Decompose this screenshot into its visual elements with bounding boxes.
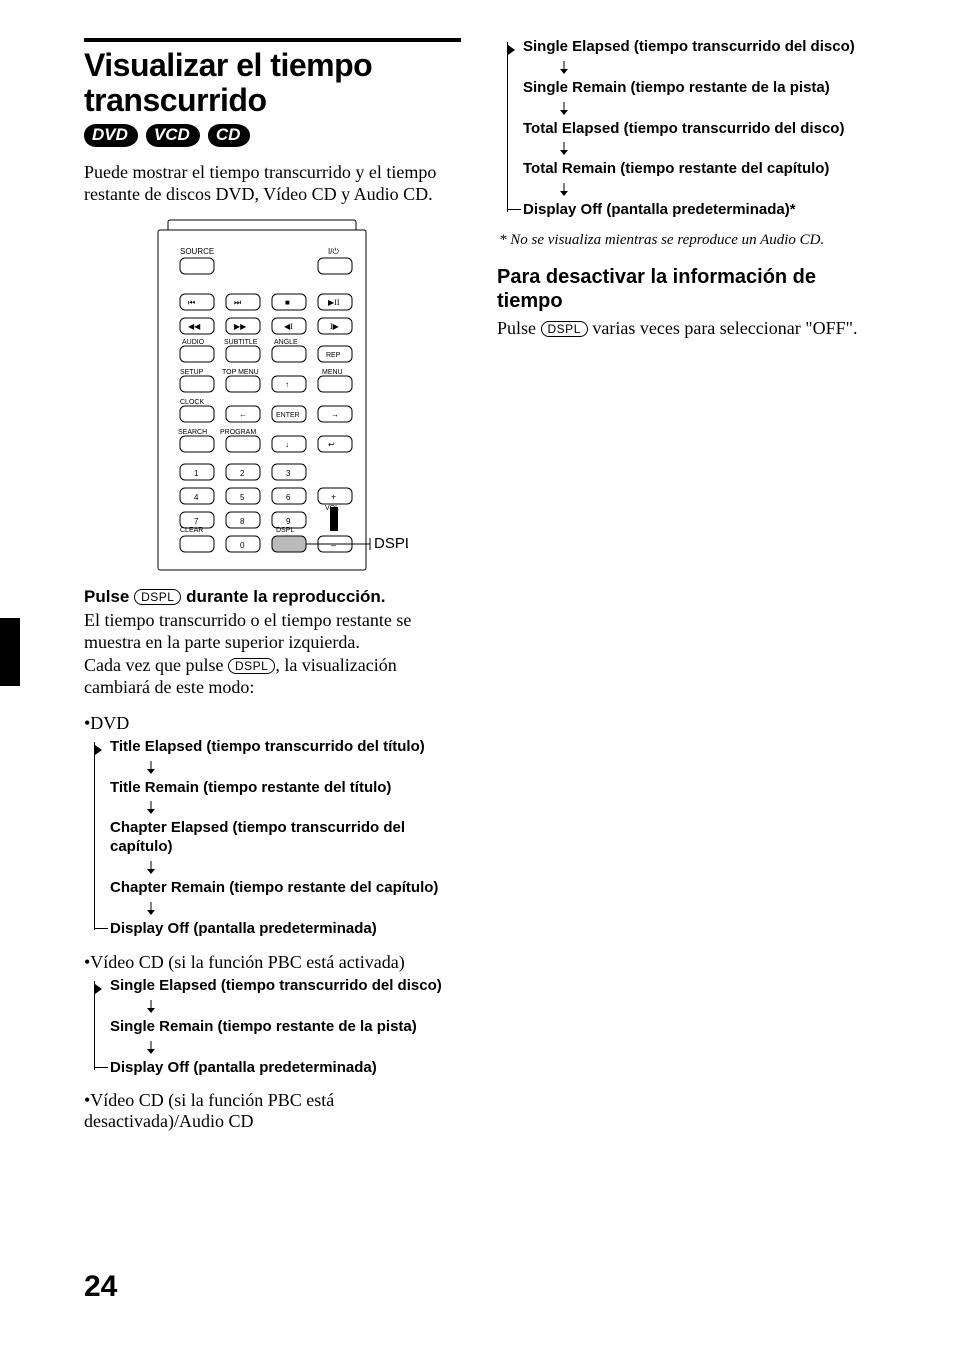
svg-text:7: 7: [194, 517, 199, 526]
svg-text:1: 1: [194, 469, 199, 478]
down-arrow-icon: [146, 761, 461, 775]
flow-item: Display Off (pantalla predeterminada)*: [523, 201, 874, 220]
label-source: SOURCE: [180, 247, 214, 256]
svg-text:▶II: ▶II: [328, 298, 340, 307]
svg-text:↩: ↩: [328, 440, 335, 449]
flow-vcd-pbc-on: Single Elapsed (tiempo transcurrido del …: [84, 977, 461, 1077]
flow-item: Single Elapsed (tiempo transcurrido del …: [110, 977, 461, 996]
svg-text:3: 3: [286, 469, 291, 478]
svg-text:⏭: ⏭: [234, 298, 241, 307]
instruction-line-3: Cada vez que pulse DSPL, la visualizació…: [84, 654, 461, 699]
svg-text:I▶: I▶: [330, 322, 340, 331]
badge-dvd: DVD: [84, 124, 138, 146]
intro-paragraph: Puede mostrar el tiempo transcurrido y e…: [84, 161, 461, 206]
flow-dvd: Title Elapsed (tiempo transcurrido del t…: [84, 738, 461, 939]
down-arrow-icon: [146, 1041, 461, 1055]
svg-text:MENU: MENU: [322, 369, 343, 376]
svg-text:2: 2: [240, 469, 245, 478]
page-number: 24: [84, 1270, 117, 1304]
down-arrow-icon: [559, 61, 874, 75]
label-power: I/⏻: [328, 247, 339, 256]
svg-text:+: +: [331, 492, 336, 502]
svg-text:◀I: ◀I: [284, 322, 293, 331]
badge-cd: CD: [208, 124, 251, 146]
flow-item: Total Remain (tiempo restante del capítu…: [523, 160, 874, 179]
svg-text:REP: REP: [326, 352, 341, 359]
dspl-button-pill-3: DSPL: [541, 321, 588, 337]
svg-text:▶▶: ▶▶: [234, 322, 247, 331]
down-arrow-icon: [559, 142, 874, 156]
page-heading: Visualizar el tiempo transcurrido: [84, 48, 461, 118]
svg-text:8: 8: [240, 517, 245, 526]
flow-item: Chapter Elapsed (tiempo transcurrido del…: [110, 819, 461, 857]
down-arrow-icon: [559, 102, 874, 116]
svg-text:SEARCH: SEARCH: [178, 429, 207, 436]
svg-text:SUBTITLE: SUBTITLE: [224, 339, 258, 346]
sub-text-a: Pulse: [497, 318, 541, 338]
down-arrow-icon: [146, 1000, 461, 1014]
flow-vcd-pbc-off: Single Elapsed (tiempo transcurrido del …: [497, 38, 874, 220]
svg-text:↑: ↑: [285, 380, 289, 389]
flow-item: Total Elapsed (tiempo transcurrido del d…: [523, 120, 874, 139]
flow-item: Chapter Remain (tiempo restante del capí…: [110, 879, 461, 898]
svg-text:ANGLE: ANGLE: [274, 339, 298, 346]
section-head-vcd-pbc-on: •Vídeo CD (si la función PBC está activa…: [84, 952, 461, 973]
instr-prefix: Pulse: [84, 587, 134, 606]
section-head-dvd: •DVD: [84, 713, 461, 734]
flow-item: Single Remain (tiempo restante de la pis…: [523, 79, 874, 98]
svg-text:ENTER: ENTER: [276, 412, 300, 419]
flow-item: Single Elapsed (tiempo transcurrido del …: [523, 38, 874, 57]
side-tab: [0, 618, 20, 686]
svg-text:4: 4: [194, 493, 199, 502]
svg-text:PROGRAM: PROGRAM: [220, 429, 256, 436]
section-head-vcd-pbc-off: •Vídeo CD (si la función PBC está desact…: [84, 1090, 461, 1132]
svg-text:⏮: ⏮: [188, 298, 195, 307]
svg-text:SETUP: SETUP: [180, 369, 204, 376]
remote-callout-dspl: DSPL: [374, 535, 408, 552]
svg-text:AUDIO: AUDIO: [182, 339, 205, 346]
subsection-heading: Para desactivar la información de tiempo: [497, 265, 874, 313]
svg-text:–: –: [331, 540, 336, 550]
instr3a: Cada vez que pulse: [84, 655, 228, 675]
disc-type-badges: DVD VCD CD: [84, 124, 461, 146]
dspl-button-pill-2: DSPL: [228, 658, 275, 674]
flow-item: Title Elapsed (tiempo transcurrido del t…: [110, 738, 461, 757]
svg-text:CLOCK: CLOCK: [180, 399, 204, 406]
svg-text:CLEAR: CLEAR: [180, 527, 203, 534]
sub-text-b: varias veces para seleccionar "OFF".: [588, 318, 858, 338]
svg-text:6: 6: [286, 493, 291, 502]
svg-text:◀◀: ◀◀: [188, 322, 201, 331]
down-arrow-icon: [146, 801, 461, 815]
flow-item: Title Remain (tiempo restante del título…: [110, 779, 461, 798]
svg-text:↓: ↓: [285, 440, 289, 449]
down-arrow-icon: [146, 861, 461, 875]
svg-text:■: ■: [285, 298, 290, 307]
svg-text:5: 5: [240, 493, 245, 502]
instr-suffix: durante la reproducción.: [181, 587, 385, 606]
flow-item: Display Off (pantalla predeterminada): [110, 1059, 461, 1078]
heading-rule: [84, 38, 461, 42]
dspl-button-pill: DSPL: [134, 589, 181, 605]
instruction-line-2: El tiempo transcurrido o el tiempo resta…: [84, 609, 461, 654]
instruction-line-1: Pulse DSPL durante la reproducción.: [84, 587, 461, 607]
svg-text:→: →: [331, 410, 339, 419]
remote-illustration: SOURCE I/⏻ ⏮ ⏭ ■ ▶II ◀◀ ▶▶ ◀I I▶: [84, 216, 461, 581]
flow-item: Single Remain (tiempo restante de la pis…: [110, 1018, 461, 1037]
svg-text:0: 0: [240, 541, 245, 550]
subsection-body: Pulse DSPL varias veces para seleccionar…: [497, 317, 874, 340]
svg-text:9: 9: [286, 517, 291, 526]
flow-item: Display Off (pantalla predeterminada): [110, 920, 461, 939]
down-arrow-icon: [559, 183, 874, 197]
svg-text:DSPL: DSPL: [276, 527, 294, 534]
badge-vcd: VCD: [146, 124, 200, 146]
svg-text:TOP MENU: TOP MENU: [222, 369, 259, 376]
svg-text:←: ←: [239, 410, 247, 419]
footnote-audio-cd: * No se visualiza mientras se reproduce …: [497, 232, 874, 249]
down-arrow-icon: [146, 902, 461, 916]
